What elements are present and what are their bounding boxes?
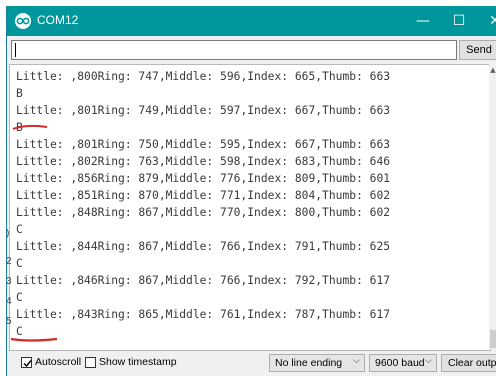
red-underline-mark-bottom [10,337,58,342]
console-line: Little: ,851Ring: 870,Middle: 771,Index:… [16,189,391,202]
checkmark-icon [23,360,32,368]
autoscroll-checkbox[interactable] [21,357,32,368]
vertical-scrollbar[interactable]: ▲ [489,64,496,349]
scroll-thumb[interactable] [490,330,496,348]
show-timestamp-checkbox[interactable] [85,357,96,368]
scroll-up-arrow-icon[interactable]: ▲ [489,66,496,74]
console-line: Little: ,846Ring: 867,Middle: 766,Index:… [16,274,391,287]
close-button[interactable]: ✕ [477,6,496,36]
arduino-icon [15,13,31,29]
console-line: Little: ,856Ring: 879,Middle: 776,Index:… [16,172,391,185]
clear-output-button[interactable]: Clear output [441,354,496,372]
line-ending-select[interactable]: No line ending ⌵ [269,354,365,372]
baud-rate-select[interactable]: 9600 baud ⌵ [369,354,437,372]
chevron-down-icon: ⌵ [353,356,360,366]
console-line: C [16,257,23,270]
side-mark: ) [6,228,10,239]
console-line: Little: ,802Ring: 763,Middle: 598,Index:… [16,155,391,168]
message-input[interactable] [11,40,457,60]
autoscroll-label: Autoscroll [35,356,82,368]
serial-monitor-window: COM12 — ☐ ✕ Send Little: ,800Ring: 747,M… [6,6,496,376]
console-line: B [16,121,23,134]
show-timestamp-label: Show timestamp [99,356,177,368]
console-line: C [16,223,23,236]
title-bar[interactable]: COM12 — ☐ ✕ [7,6,496,36]
baud-rate-value: 9600 baud [375,357,425,369]
chevron-down-icon: ⌵ [425,356,432,366]
serial-output[interactable]: Little: ,800Ring: 747,Middle: 596,Index:… [9,64,491,351]
console-line: Little: ,843Ring: 865,Middle: 761,Index:… [16,308,391,321]
console-line: Little: ,844Ring: 867,Middle: 766,Index:… [16,240,391,253]
console-line: Little: ,800Ring: 747,Middle: 596,Index:… [16,70,391,83]
side-mark: 4 [6,296,12,307]
output-text: Little: ,800Ring: 747,Middle: 596,Index:… [16,68,390,340]
side-mark: 2 [6,256,12,267]
console-line: Little: ,801Ring: 749,Middle: 597,Index:… [16,104,391,117]
console-line: C [16,291,23,304]
side-mark: 5 [6,316,12,327]
console-line: B [16,87,23,100]
console-line: Little: ,801Ring: 750,Middle: 595,Index:… [16,138,391,151]
send-row: Send [7,36,496,64]
console-line: Little: ,848Ring: 867,Middle: 770,Index:… [16,206,391,219]
text-caret [15,43,16,57]
send-button[interactable]: Send [459,40,496,60]
bottom-toolbar: Autoscroll Show timestamp No line ending… [7,351,496,376]
maximize-button[interactable]: ☐ [441,6,477,36]
console-line: C [16,325,23,338]
side-mark: 3 [6,276,12,287]
line-ending-value: No line ending [275,357,343,369]
window-title: COM12 [37,13,79,27]
red-underline-mark [12,124,48,130]
minimize-button[interactable]: — [405,6,441,36]
